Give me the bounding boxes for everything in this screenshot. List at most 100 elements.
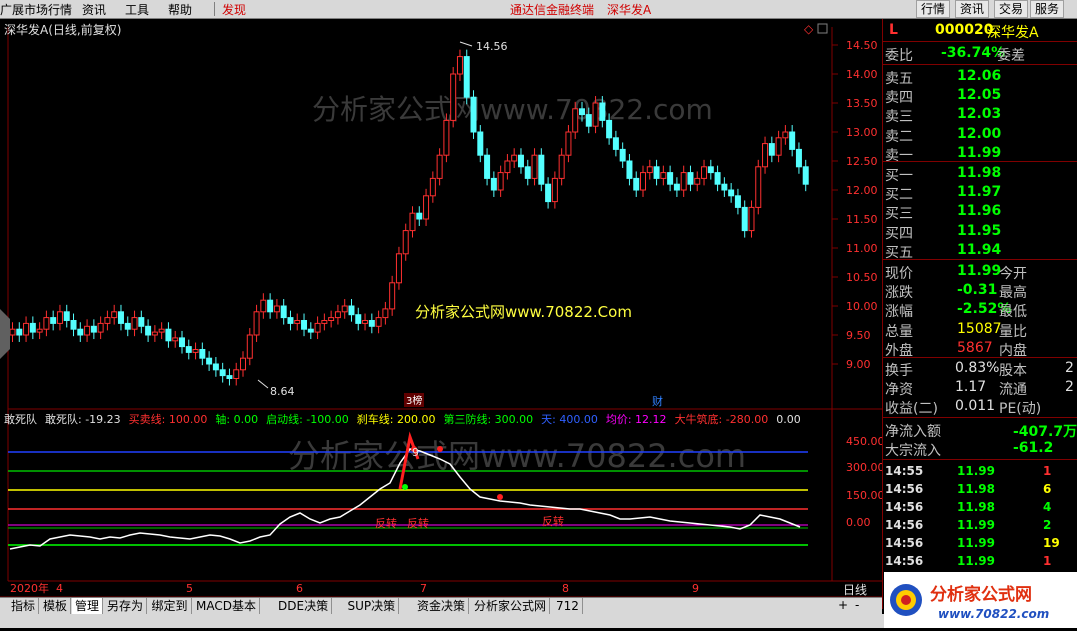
menu-help[interactable]: 帮助 bbox=[168, 1, 192, 18]
flow-row: 净流入额 -407.7万 bbox=[885, 424, 1077, 440]
candle-body bbox=[395, 253, 402, 284]
logo-text: 分析家公式网 bbox=[930, 584, 1032, 605]
candle-body bbox=[348, 305, 355, 316]
candle-body bbox=[572, 108, 579, 133]
zoom-plus-icon[interactable]: + bbox=[838, 598, 848, 612]
menu-info[interactable]: 资讯 bbox=[82, 1, 106, 18]
candle-body bbox=[84, 325, 91, 336]
kline-chart[interactable]: 分析家公式网www.70822.com 分析家公式网www.70822.com … bbox=[0, 19, 885, 609]
weibi-row: 委比 -36.74% 委差 bbox=[885, 45, 1025, 64]
candle-body bbox=[29, 322, 36, 333]
candle-body bbox=[423, 195, 430, 220]
kline-chart-area[interactable]: 分析家公式网www.70822.com 分析家公式网www.70822.com … bbox=[0, 19, 885, 609]
candle-body bbox=[565, 131, 572, 156]
annotation-fan: 反转 bbox=[542, 514, 564, 528]
indicator-tick: 300.00 bbox=[846, 461, 882, 474]
candle-body bbox=[673, 183, 680, 191]
price-tick: 10.50 bbox=[846, 271, 878, 284]
candle-body bbox=[599, 102, 606, 121]
indicator-legend-item: 刹车线: 200.00 bbox=[356, 413, 436, 426]
window-icon[interactable] bbox=[817, 23, 828, 34]
bottom-tab[interactable]: 模板 bbox=[40, 598, 72, 614]
candle-body bbox=[721, 183, 728, 191]
bottom-tab[interactable]: SUP决策 bbox=[345, 598, 400, 614]
candle-body bbox=[768, 143, 775, 156]
logo-url: www.70822.com bbox=[938, 607, 1049, 621]
candle-body bbox=[680, 172, 687, 191]
indicator-legend-item: 天: 400.00 bbox=[541, 413, 598, 426]
candle-body bbox=[470, 96, 477, 133]
stat2-row: 换手 0.83% 股本 2 bbox=[885, 360, 1074, 379]
indicator-axis: 450.00 300.00 150.00 0.00 bbox=[846, 435, 885, 529]
candle-body bbox=[443, 119, 450, 156]
candle-body bbox=[151, 331, 158, 336]
sell-order-row: 卖四 12.05 bbox=[885, 87, 1002, 107]
buy-order-row: 买三 11.96 bbox=[885, 203, 1002, 223]
diamond-icon[interactable]: ◇ bbox=[804, 22, 814, 36]
stat-row: 总量 15087 量比 bbox=[885, 320, 1027, 340]
bottom-tab-bar: 指标 模板 管理 另存为 绑定到 MACD基本 DDE决策 SUP决策 资金决策 分析家公式网 71… bbox=[0, 597, 882, 615]
bottom-tab[interactable]: DDE决策 bbox=[275, 598, 333, 614]
stat-row: 外盘 5867 内盘 bbox=[885, 339, 1027, 359]
candle-body bbox=[734, 195, 741, 208]
menu-discover[interactable]: 发现 bbox=[222, 1, 246, 18]
candle-body bbox=[246, 334, 253, 359]
candle-body bbox=[402, 230, 409, 255]
buy-order-row: 买二 11.97 bbox=[885, 184, 1002, 204]
bottom-tab[interactable]: 分析家公式网 bbox=[471, 598, 551, 614]
sell-order-row: 卖二 12.00 bbox=[885, 125, 1002, 145]
candle-body bbox=[748, 206, 755, 232]
zoom-minus-icon[interactable]: - bbox=[855, 598, 859, 612]
toolbar-quote-button[interactable]: 行情 bbox=[916, 0, 951, 18]
bottom-tab[interactable]: 管理 bbox=[72, 598, 104, 614]
annotation-9: 9 bbox=[412, 446, 419, 459]
toolbar-service-button[interactable]: 服务 bbox=[1030, 0, 1065, 18]
candle-body bbox=[714, 172, 721, 185]
candle-body bbox=[341, 305, 348, 313]
toolbar-trade-button[interactable]: 交易 bbox=[994, 0, 1029, 18]
indicator-legend-item: 敢死队: -19.23 bbox=[45, 413, 121, 426]
candle-body bbox=[789, 131, 796, 150]
candle-body bbox=[538, 154, 545, 185]
candle-body bbox=[16, 328, 23, 336]
price-tick: 9.00 bbox=[846, 358, 871, 371]
candle-body bbox=[314, 322, 321, 333]
date-axis: 2020年 4 5 6 7 8 9 bbox=[10, 581, 699, 595]
candle-body bbox=[667, 172, 674, 185]
candle-body bbox=[585, 114, 592, 127]
candle-body bbox=[355, 314, 362, 324]
candle-body bbox=[301, 320, 308, 330]
bottom-tab[interactable]: MACD基本 bbox=[193, 598, 260, 614]
bottom-tab[interactable]: 绑定到 bbox=[149, 598, 192, 614]
candle-body bbox=[145, 325, 152, 336]
toolbar-info-button[interactable]: 资讯 bbox=[955, 0, 990, 18]
menu-tools[interactable]: 工具 bbox=[125, 1, 149, 18]
candle-body bbox=[606, 119, 613, 139]
bottom-tab[interactable]: 资金决策 bbox=[414, 598, 470, 614]
stock-code: 000020 bbox=[935, 22, 994, 38]
menu-market[interactable]: 广展市场行情 bbox=[0, 1, 72, 18]
indicator-legend-item: 启动线: -100.00 bbox=[266, 413, 349, 426]
price-tick: 10.00 bbox=[846, 300, 878, 313]
candle-body bbox=[165, 328, 172, 342]
candle-body bbox=[633, 177, 640, 191]
low-label: 8.64 bbox=[270, 385, 295, 398]
price-tick: 11.00 bbox=[846, 242, 878, 255]
candle-body bbox=[63, 311, 70, 321]
candle-body bbox=[43, 317, 50, 330]
marker-bang: 3榜 bbox=[406, 394, 422, 407]
candle-body bbox=[124, 322, 131, 330]
price-tick: 14.50 bbox=[846, 39, 878, 52]
price-tick: 11.50 bbox=[846, 213, 878, 226]
bottom-tab[interactable]: 712 bbox=[553, 598, 583, 614]
candle-body bbox=[273, 305, 280, 313]
candle-body bbox=[307, 328, 314, 333]
candle-body bbox=[612, 137, 619, 150]
watermark-top: 分析家公式网www.70822.com bbox=[312, 93, 713, 126]
bottom-tab[interactable]: 指标 bbox=[8, 598, 40, 614]
watermark-center: 分析家公式网www.70822.Com bbox=[415, 303, 632, 321]
price-tick: 12.50 bbox=[846, 155, 878, 168]
buy-order-row: 买一 11.98 bbox=[885, 165, 1002, 184]
bottom-tab[interactable]: 另存为 bbox=[104, 598, 148, 614]
candle-body bbox=[694, 177, 701, 185]
